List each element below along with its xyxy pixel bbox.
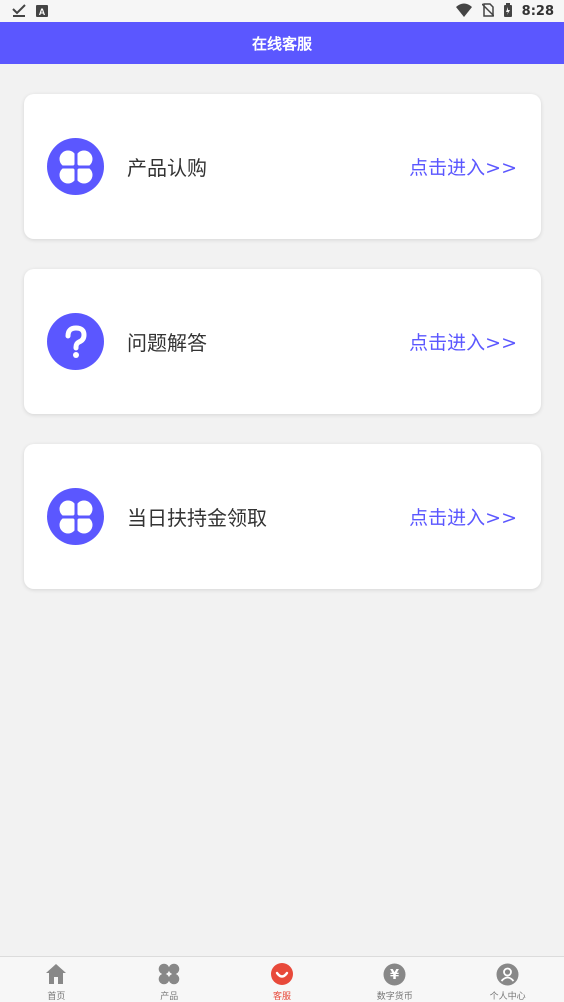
clover-icon [47, 138, 104, 195]
svg-text:¥: ¥ [390, 968, 399, 983]
clover-icon [157, 962, 181, 986]
nav-label: 产品 [160, 992, 179, 1002]
enter-link[interactable]: 点击进入>> [409, 269, 517, 414]
nav-label: 客服 [272, 992, 291, 1002]
nav-label: 数字货币 [376, 992, 413, 1002]
wifi-icon [455, 2, 472, 21]
download-done-icon [12, 2, 26, 21]
title-bar: 在线客服 [0, 22, 564, 64]
no-sim-icon [481, 2, 495, 21]
enter-link[interactable]: 点击进入>> [409, 94, 517, 239]
status-bar: A 8:28 [0, 0, 564, 22]
page-title: 在线客服 [251, 34, 312, 53]
status-right: 8:28 [455, 2, 554, 21]
card-label: 问题解答 [127, 331, 207, 355]
bottom-nav: 首页 产品 客服 ¥ 数字货币 个人中心 [0, 956, 564, 1002]
nav-item-home[interactable]: 首页 [0, 957, 113, 1002]
card-label: 当日扶持金领取 [127, 506, 267, 530]
question-icon [47, 313, 104, 370]
status-time: 8:28 [521, 3, 554, 19]
enter-link[interactable]: 点击进入>> [409, 444, 517, 589]
app-a-icon: A [36, 2, 48, 21]
nav-item-profile[interactable]: 个人中心 [451, 957, 564, 1002]
home-icon [44, 962, 68, 986]
user-icon [496, 962, 520, 986]
card-faq[interactable]: 问题解答 点击进入>> [24, 269, 541, 414]
status-left: A [12, 2, 48, 21]
card-daily-subsidy[interactable]: 当日扶持金领取 点击进入>> [24, 444, 541, 589]
nav-item-customer-service[interactable]: 客服 [226, 957, 339, 1002]
clover-icon [47, 488, 104, 545]
nav-label: 个人中心 [489, 992, 526, 1002]
customer-service-icon [270, 962, 294, 986]
battery-icon [503, 2, 512, 21]
nav-item-products[interactable]: 产品 [113, 957, 226, 1002]
yen-coin-icon: ¥ [383, 962, 407, 986]
nav-label: 首页 [47, 992, 66, 1002]
nav-item-digital-currency[interactable]: ¥ 数字货币 [338, 957, 451, 1002]
card-product-subscription[interactable]: 产品认购 点击进入>> [24, 94, 541, 239]
card-label: 产品认购 [127, 156, 207, 180]
svg-text:A: A [39, 7, 46, 17]
